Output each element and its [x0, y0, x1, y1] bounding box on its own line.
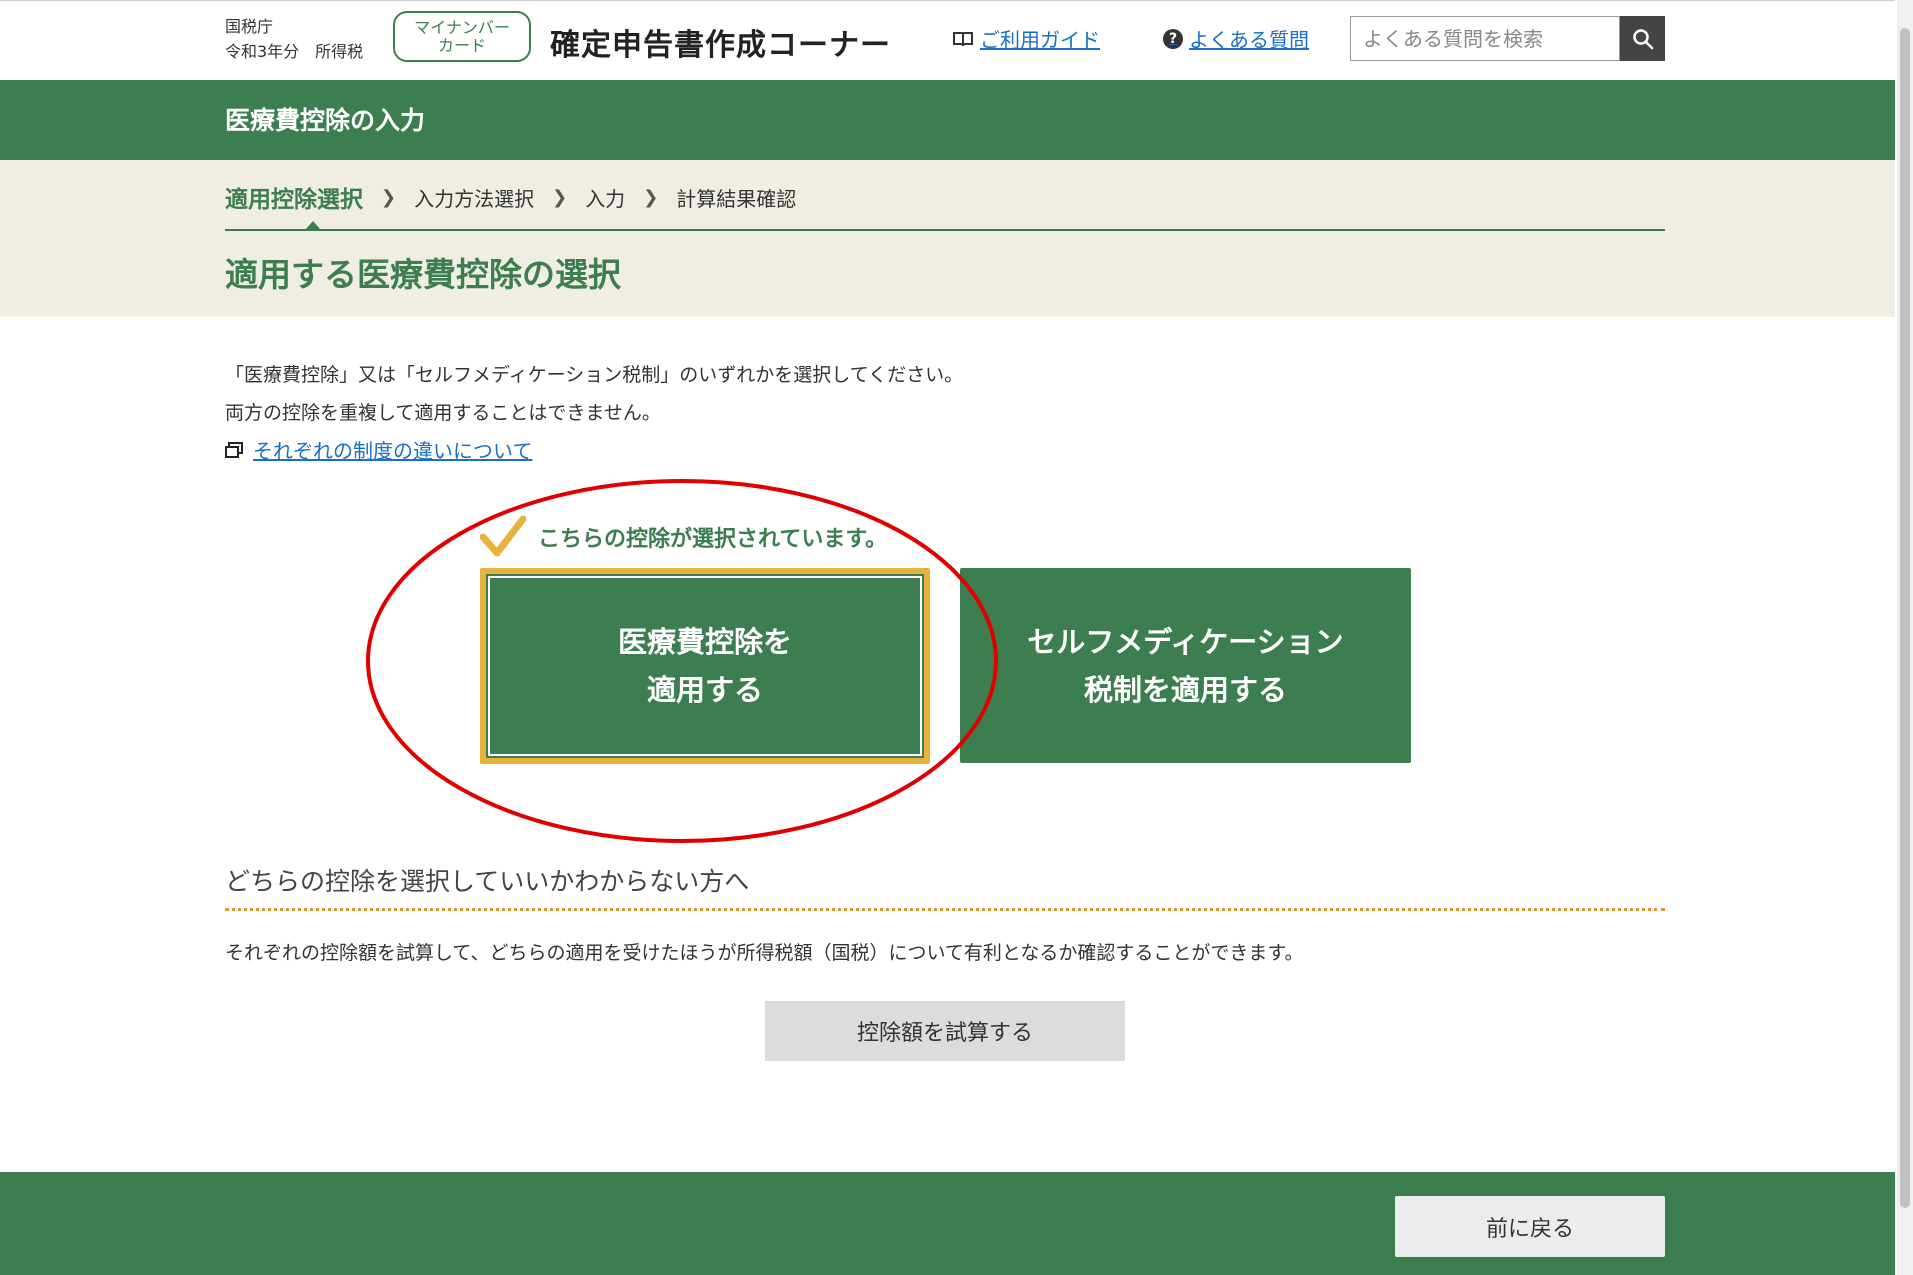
- system-difference-link-label[interactable]: それぞれの制度の違いについて: [253, 435, 532, 464]
- step-item: 入力: [585, 186, 626, 211]
- help-divider: [225, 908, 1665, 911]
- selected-note-label: こちらの控除が選択されています。: [538, 527, 888, 552]
- step-divider: [225, 229, 1665, 231]
- agency-label: 国税庁 令和3年分 所得税: [225, 14, 363, 64]
- guide-link-label[interactable]: ご利用ガイド: [980, 24, 1100, 53]
- section-title: 医療費控除の入力: [225, 106, 426, 135]
- site-title: 確定申告書作成コーナー: [550, 28, 891, 63]
- book-icon: [953, 31, 973, 46]
- intro-text-1: 「医療費控除」又は「セルフメディケーション税制」のいずれかを選択してください。: [225, 364, 964, 386]
- mynumber-badge-line2: カード: [437, 36, 486, 55]
- faq-link[interactable]: ? よくある質問: [1163, 24, 1309, 53]
- step-current: 適用控除選択: [225, 187, 363, 213]
- current-step-marker: [306, 221, 320, 229]
- chevron-right-icon: ❯: [552, 186, 568, 208]
- guide-link[interactable]: ご利用ガイド: [952, 24, 1100, 53]
- back-button[interactable]: 前に戻る: [1395, 1196, 1665, 1257]
- chevron-right-icon: ❯: [381, 186, 397, 208]
- medical-button-line2: 適用する: [646, 673, 763, 707]
- page-title: 適用する医療費控除の選択: [225, 255, 621, 294]
- scrollbar-thumb[interactable]: [1900, 28, 1910, 1208]
- selected-indicator: こちらの控除が選択されています。: [480, 515, 887, 559]
- question-circle-icon: ?: [1163, 28, 1183, 49]
- help-text: それぞれの控除額を試算して、どちらの適用を受けたほうが所得税額（国税）について有…: [225, 942, 1304, 964]
- selfmed-button-line2: 税制を適用する: [1083, 672, 1287, 707]
- help-heading: どちらの控除を選択していいかわからない方へ: [225, 867, 750, 896]
- chevron-right-icon: ❯: [643, 186, 659, 208]
- step-item: 入力方法選択: [414, 186, 535, 211]
- mynumber-badge-line1: マイナンバー: [414, 18, 510, 37]
- search-icon: [1632, 28, 1653, 49]
- apply-self-medication-button[interactable]: セルフメディケーション 税制を適用する: [960, 568, 1411, 763]
- faq-search-input[interactable]: [1350, 16, 1620, 61]
- selfmed-button-line1: セルフメディケーション: [1027, 624, 1344, 659]
- intro-text-2: 両方の控除を重複して適用することはできません。: [225, 402, 661, 424]
- search-button[interactable]: [1620, 16, 1665, 61]
- agency-name: 国税庁: [225, 17, 274, 36]
- faq-link-label[interactable]: よくある質問: [1189, 24, 1309, 53]
- apply-medical-deduction-button[interactable]: 医療費控除を 適用する: [480, 568, 930, 764]
- tax-year-label: 令和3年分 所得税: [225, 42, 364, 61]
- trial-calculation-button[interactable]: 控除額を試算する: [765, 1001, 1125, 1061]
- mynumber-card-badge: マイナンバー カード: [393, 11, 531, 62]
- step-breadcrumb: 適用控除選択 ❯ 入力方法選択 ❯ 入力 ❯ 計算結果確認: [225, 180, 796, 214]
- step-item: 計算結果確認: [676, 186, 797, 211]
- new-window-icon: [225, 441, 243, 458]
- checkmark-icon: [480, 515, 526, 557]
- system-difference-link[interactable]: それぞれの制度の違いについて: [225, 435, 532, 464]
- medical-button-line1: 医療費控除を: [617, 625, 792, 659]
